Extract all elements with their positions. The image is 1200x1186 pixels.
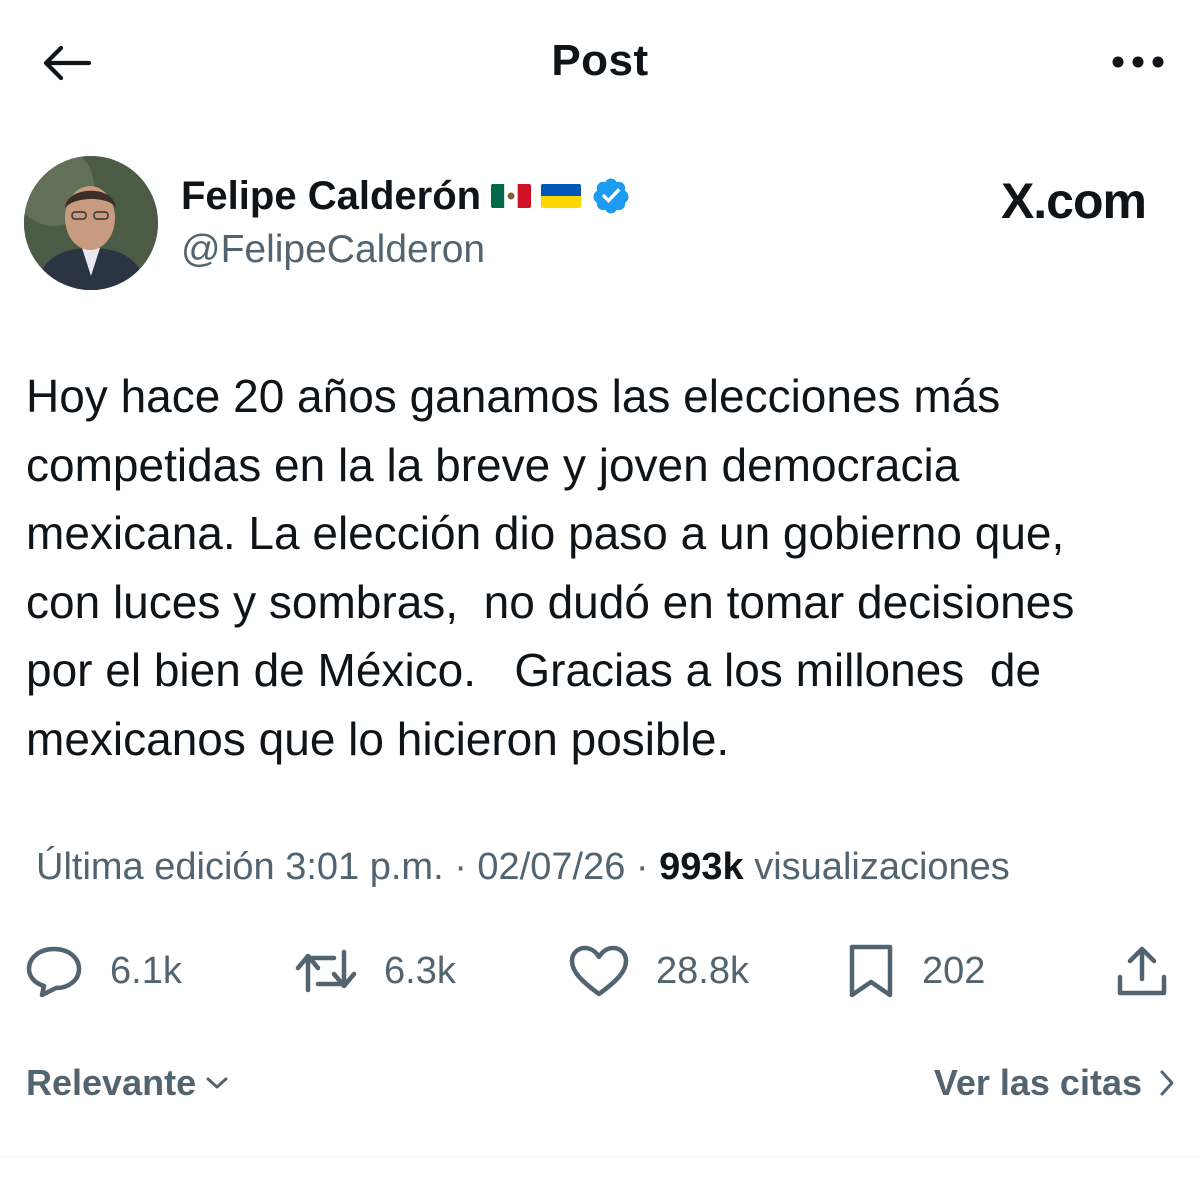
like-count: 28.8k bbox=[656, 949, 749, 992]
tweet-time[interactable]: 3:01 p.m. bbox=[285, 846, 443, 888]
author-handle[interactable]: @FelipeCalderon bbox=[181, 228, 631, 272]
tweet-text: Hoy hace 20 años ganamos las elecciones … bbox=[26, 370, 1075, 765]
repost-count: 6.3k bbox=[384, 949, 456, 992]
edited-label[interactable]: Última edición bbox=[36, 846, 275, 888]
share-button[interactable] bbox=[1114, 940, 1170, 1002]
more-options-button[interactable] bbox=[1106, 40, 1170, 84]
action-bar: 6.1k 6.3k 28.8k 202 bbox=[24, 940, 1176, 1002]
meta-separator-2: · bbox=[635, 846, 649, 888]
mexico-flag-icon bbox=[491, 184, 532, 208]
more-horizontal-icon bbox=[1112, 56, 1164, 68]
bookmark-button[interactable]: 202 bbox=[846, 940, 985, 1002]
avatar[interactable] bbox=[24, 156, 158, 290]
view-quotes-link[interactable]: Ver las citas bbox=[934, 1062, 1176, 1104]
share-icon bbox=[1117, 946, 1167, 996]
author-names: Felipe Calderón @FelipeCalderon bbox=[181, 170, 631, 272]
repost-icon bbox=[295, 949, 357, 993]
avatar-photo bbox=[24, 156, 158, 290]
divider bbox=[0, 1156, 1200, 1157]
sort-label: Relevante bbox=[26, 1062, 197, 1103]
meta-separator: · bbox=[454, 846, 467, 888]
page-title: Post bbox=[551, 36, 649, 85]
ukraine-flag-icon bbox=[541, 184, 582, 208]
author-header: Felipe Calderón @FelipeCalderon X.com bbox=[24, 156, 1176, 296]
like-button[interactable]: 28.8k bbox=[568, 940, 749, 1002]
sort-replies-dropdown[interactable]: Relevante bbox=[26, 1062, 230, 1104]
chevron-down-icon bbox=[206, 1077, 228, 1089]
top-bar: Post bbox=[0, 0, 1200, 125]
chevron-right-icon bbox=[1160, 1070, 1174, 1096]
reply-count: 6.1k bbox=[110, 949, 182, 992]
repost-button[interactable]: 6.3k bbox=[294, 940, 456, 1002]
display-name-row: Felipe Calderón bbox=[181, 170, 631, 222]
views-label[interactable]: visualizaciones bbox=[754, 846, 1010, 888]
verified-badge-icon bbox=[593, 178, 629, 214]
reply-icon bbox=[26, 946, 82, 998]
heart-icon bbox=[569, 945, 629, 997]
replies-controls: Relevante Ver las citas bbox=[26, 1062, 1176, 1118]
quotes-label: Ver las citas bbox=[933, 1062, 1142, 1103]
views-count[interactable]: 993k bbox=[659, 846, 744, 888]
tweet-meta: Última edición 3:01 p.m. · 02/07/26 · 99… bbox=[36, 846, 1010, 889]
bookmark-icon bbox=[849, 944, 893, 998]
display-name[interactable]: Felipe Calderón bbox=[181, 174, 481, 219]
tweet-date[interactable]: 02/07/26 bbox=[477, 846, 625, 888]
bookmark-count: 202 bbox=[922, 949, 986, 992]
x-com-watermark: X.com bbox=[1000, 173, 1147, 229]
reply-button[interactable]: 6.1k bbox=[24, 940, 182, 1002]
